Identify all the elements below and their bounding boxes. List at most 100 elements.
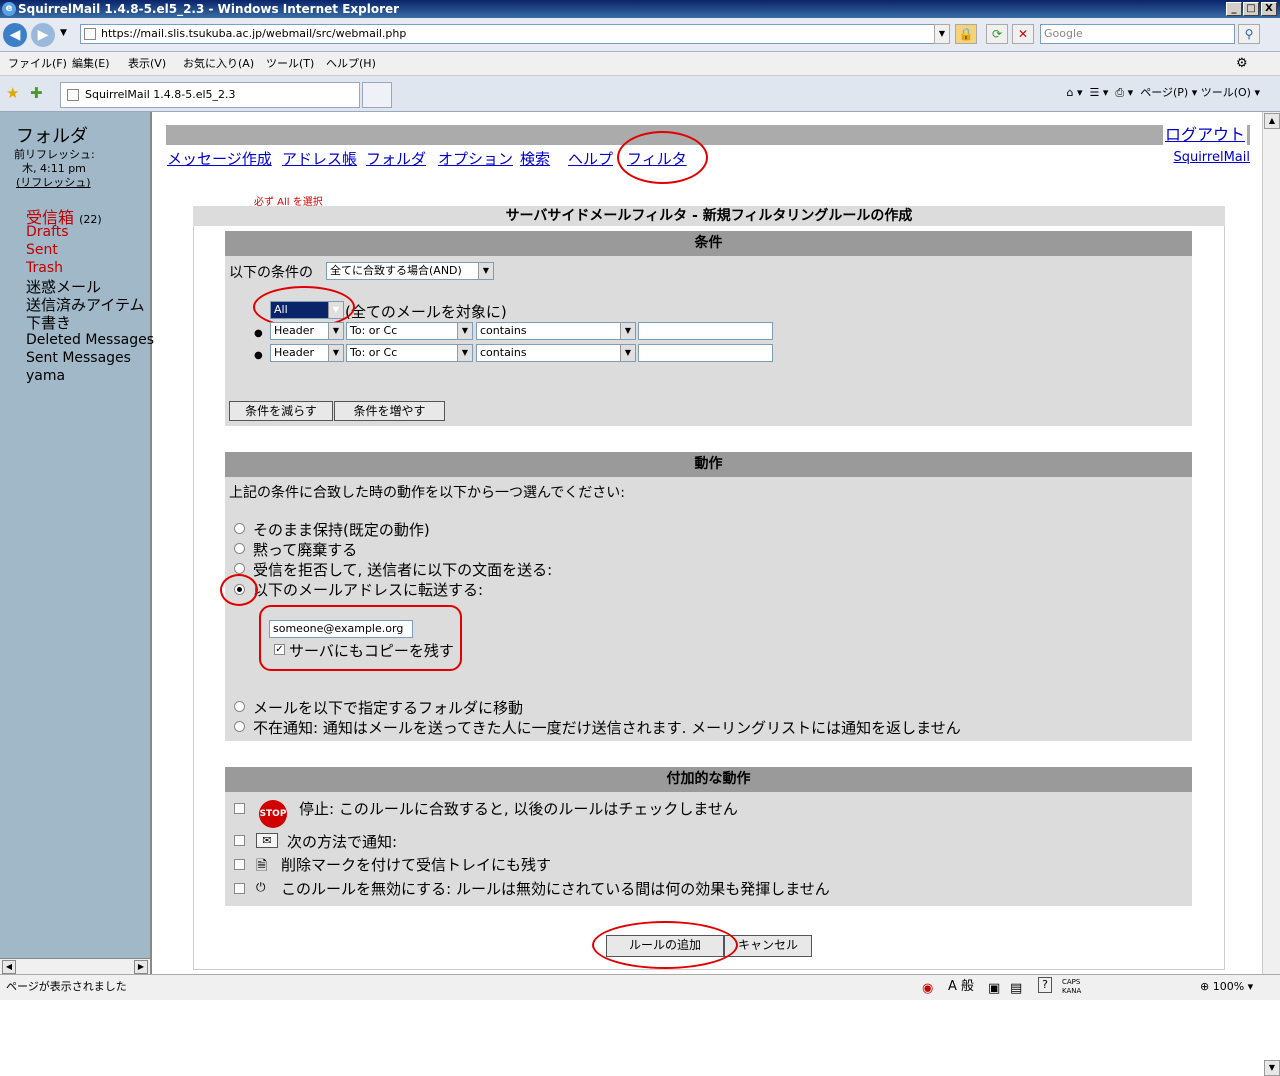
ime-help-icon[interactable]: ? xyxy=(1038,977,1052,993)
stop-icon[interactable]: ✕ xyxy=(1012,24,1034,44)
chevron-down-icon: ▼ xyxy=(457,323,472,339)
chevron-down-icon: ▼ xyxy=(620,345,635,361)
browser-tab[interactable]: SquirrelMail 1.4.8-5.el5_2.3 xyxy=(60,82,360,108)
address-dropdown-icon[interactable]: ▼ xyxy=(934,24,950,44)
folder-drafts-jp[interactable]: 下書き xyxy=(26,312,71,333)
all-note: (全てのメールを対象に) xyxy=(345,303,507,321)
condition-1-value-input[interactable] xyxy=(638,322,773,340)
condition-1-op-select[interactable]: contains ▼ xyxy=(476,322,636,340)
stop-sign-icon: STOP xyxy=(259,800,287,828)
flag-deleted-checkbox[interactable] xyxy=(234,859,245,870)
close-window-button[interactable]: X xyxy=(1261,2,1277,16)
forward-address-input[interactable]: someone@example.org xyxy=(269,620,413,638)
folder-trash[interactable]: Trash xyxy=(26,260,63,276)
condition-2-op: contains xyxy=(480,346,527,359)
nav-options[interactable]: オプション xyxy=(438,148,513,169)
zoom-level[interactable]: ⊕ 100% ▾ xyxy=(1200,975,1253,999)
action-reject-radio[interactable] xyxy=(234,563,245,574)
nav-addresses[interactable]: アドレス帳 xyxy=(282,148,357,169)
scroll-left-icon[interactable]: ◀ xyxy=(2,960,16,974)
security-icon[interactable]: ◉ xyxy=(922,977,933,1001)
minimize-button[interactable]: _ xyxy=(1226,2,1242,16)
window-title: SquirrelMail 1.4.8-5.el5_2.3 - Windows I… xyxy=(18,2,400,16)
nav-compose[interactable]: メッセージ作成 xyxy=(167,148,272,169)
envelope-icon: ✉ xyxy=(256,833,278,848)
top-bar: ログアウト xyxy=(166,125,1250,145)
keep-copy-label: サーバにもコピーを残す xyxy=(289,642,454,660)
match-type-select[interactable]: 全てに合致する場合(AND) ▼ xyxy=(326,262,494,280)
action-keep-radio[interactable] xyxy=(234,523,245,534)
lock-icon[interactable]: 🔒 xyxy=(955,24,977,44)
scroll-down-icon[interactable]: ▼ xyxy=(1264,1060,1280,1076)
search-icon[interactable]: ⚲ xyxy=(1238,24,1260,44)
content-vscrollbar[interactable]: ▲ ▼ xyxy=(1262,112,1280,1076)
remove-condition-button[interactable]: 条件を減らす xyxy=(229,401,333,421)
home-icon[interactable]: ⌂ ▾ xyxy=(1066,86,1082,99)
menu-edit[interactable]: 編集(E) xyxy=(72,52,110,76)
forward-icon[interactable]: ▶ xyxy=(31,23,55,47)
nav-folders[interactable]: フォルダ xyxy=(366,148,426,169)
page-tools-menu[interactable]: ページ(P) ▾ ツール(O) ▾ xyxy=(1140,86,1260,99)
folder-heading: フォルダ xyxy=(16,126,88,147)
search-input[interactable]: Google xyxy=(1040,24,1235,44)
back-icon[interactable]: ◀ xyxy=(3,23,27,47)
action-discard-label: 黙って廃棄する xyxy=(253,541,358,559)
action-reject-label: 受信を拒否して, 送信者に以下の文面を送る: xyxy=(253,561,553,579)
ime-mode[interactable]: A 般 xyxy=(948,975,974,999)
ime-dictionary-icon[interactable]: ▣ xyxy=(988,977,1000,1001)
disable-checkbox[interactable] xyxy=(234,883,245,894)
ime-tools-icon[interactable]: ▤ xyxy=(1010,977,1022,1001)
refresh-link[interactable]: (リフレッシュ) xyxy=(16,174,91,190)
action-vacation-label: 不在通知: 通知はメールを送ってきた人に一度だけ送信されます. メーリングリスト… xyxy=(253,719,961,737)
condition-1-type-select[interactable]: Header ▼ xyxy=(270,322,344,340)
notify-checkbox[interactable] xyxy=(234,835,245,846)
action-move-radio[interactable] xyxy=(234,701,245,712)
folder-yama[interactable]: yama xyxy=(26,368,65,384)
nav-search[interactable]: 検索 xyxy=(520,148,550,169)
add-favorites-icon[interactable]: ✚ xyxy=(30,84,43,102)
caps-kana-indicator: CAPS KANA xyxy=(1062,975,1081,996)
annotation-box-forward xyxy=(259,605,462,671)
ie-logo-icon: e xyxy=(2,2,16,16)
folder-sent[interactable]: Sent xyxy=(26,242,58,258)
menu-view[interactable]: 表示(V) xyxy=(128,52,166,76)
favorites-star-icon[interactable]: ★ xyxy=(6,84,19,102)
print-icon[interactable]: ⎙ ▾ xyxy=(1115,86,1133,99)
chevron-down-icon: ▼ xyxy=(457,345,472,361)
feeds-icon[interactable]: ☰ ▾ xyxy=(1090,86,1109,99)
inbox-count-badge: (22) xyxy=(79,213,102,226)
scroll-right-icon[interactable]: ▶ xyxy=(134,960,148,974)
nav-help[interactable]: ヘルプ xyxy=(568,148,613,169)
stop-checkbox[interactable] xyxy=(234,803,245,814)
address-bar[interactable]: https://mail.slis.tsukuba.ac.jp/webmail/… xyxy=(80,24,950,44)
action-discard-radio[interactable] xyxy=(234,543,245,554)
actions-heading: 動作 xyxy=(225,452,1192,477)
folder-deleted-messages[interactable]: Deleted Messages xyxy=(26,332,154,348)
status-bar: ページが表示されました ◉ A 般 ▣ ▤ ? CAPS KANA ⊕ 100% … xyxy=(0,974,1280,1000)
stop-label: 停止: このルールに合致すると, 以後のルールはチェックしません xyxy=(299,800,738,818)
condition-2-field-select[interactable]: To: or Cc ▼ xyxy=(346,344,473,362)
folder-pane-hscrollbar[interactable]: ◀ ▶ xyxy=(0,958,150,974)
menu-help[interactable]: ヘルプ(H) xyxy=(326,52,376,76)
action-vacation-radio[interactable] xyxy=(234,721,245,732)
add-condition-button[interactable]: 条件を増やす xyxy=(334,401,445,421)
menu-file[interactable]: ファイル(F) xyxy=(8,52,67,76)
menu-favorites[interactable]: お気に入り(A) xyxy=(183,52,254,76)
menu-tools[interactable]: ツール(T) xyxy=(266,52,314,76)
squirrelmail-link[interactable]: SquirrelMail xyxy=(1173,150,1250,165)
condition-1-field-select[interactable]: To: or Cc ▼ xyxy=(346,322,473,340)
links-icon[interactable]: ⚙ xyxy=(1236,52,1248,76)
folder-drafts[interactable]: Drafts xyxy=(26,224,69,240)
condition-2-type-select[interactable]: Header ▼ xyxy=(270,344,344,362)
history-dropdown-icon[interactable]: ▼ xyxy=(60,28,67,38)
maximize-button[interactable]: □ xyxy=(1243,2,1259,16)
match-type-value: 全てに合致する場合(AND) xyxy=(330,264,462,277)
refresh-icon[interactable]: ⟳ xyxy=(986,24,1008,44)
new-tab-button[interactable] xyxy=(362,82,392,108)
condition-2-op-select[interactable]: contains ▼ xyxy=(476,344,636,362)
keep-copy-checkbox[interactable]: ✓ xyxy=(274,644,285,655)
scroll-up-icon[interactable]: ▲ xyxy=(1264,113,1280,129)
folder-sent-messages[interactable]: Sent Messages xyxy=(26,350,131,366)
condition-2-value-input[interactable] xyxy=(638,344,773,362)
logout-link[interactable]: ログアウト xyxy=(1162,125,1247,145)
